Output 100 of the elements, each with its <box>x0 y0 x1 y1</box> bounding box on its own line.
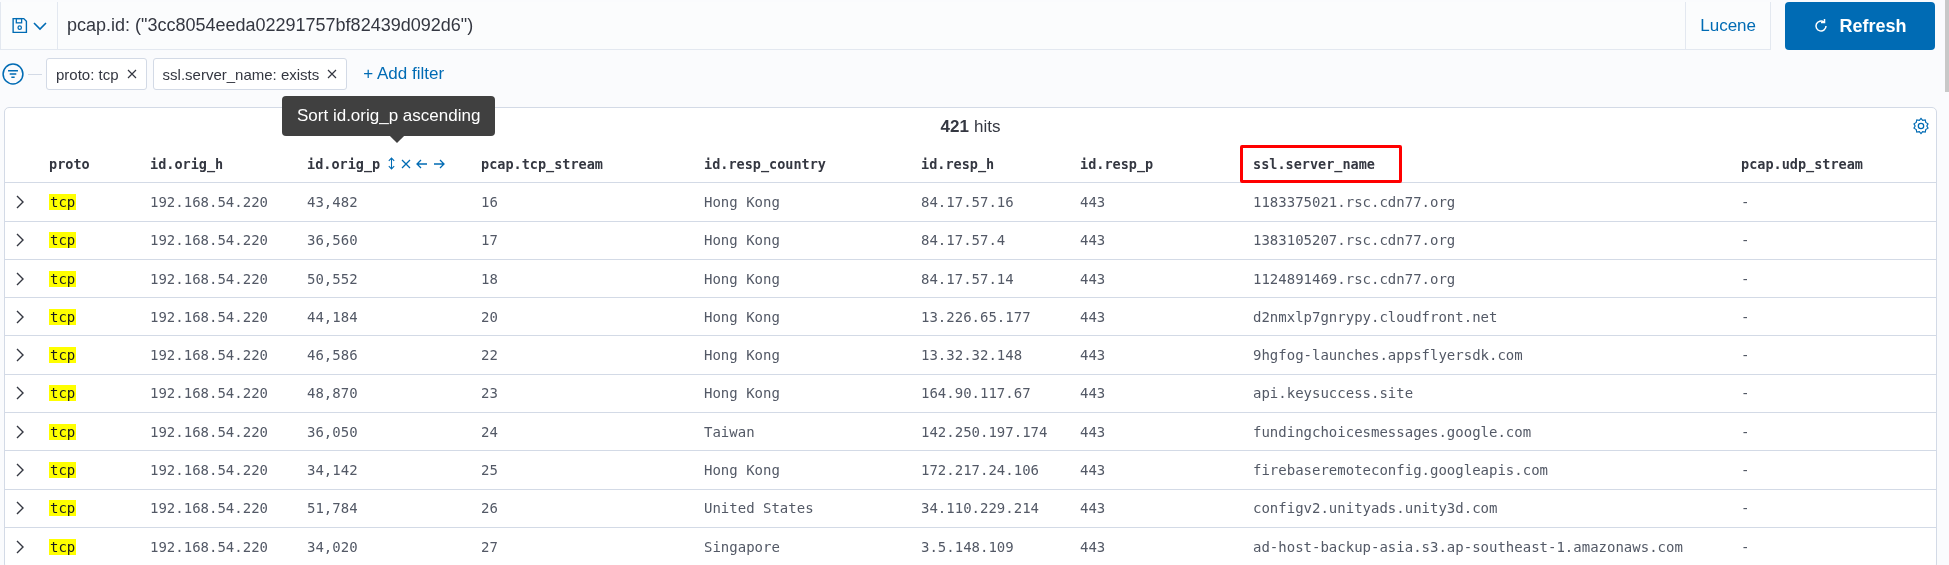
table-cell: tcp <box>49 385 77 402</box>
column-header[interactable]: id.resp_country <box>704 155 826 172</box>
table-cell: 23 <box>481 385 498 402</box>
column-header[interactable]: id.resp_p <box>1080 155 1154 172</box>
language-button[interactable]: Lucene <box>1685 2 1771 50</box>
table-cell: 46,586 <box>307 347 358 364</box>
table-cell: 443 <box>1080 193 1106 210</box>
arrow-right-icon[interactable] <box>433 158 446 169</box>
table-cell: - <box>1741 308 1750 325</box>
table-cell: fundingchoicesmessages.google.com <box>1253 423 1532 440</box>
column-header[interactable]: ssl.server_name <box>1240 144 1402 183</box>
table-cell: tcp <box>49 232 77 249</box>
column-header[interactable]: proto <box>49 155 90 172</box>
table-cell: 192.168.54.220 <box>150 538 268 555</box>
table-cell: 443 <box>1080 462 1106 478</box>
table-cell: ad-host-backup-asia.s3.ap-southeast-1.amazonaws.com <box>1253 538 1683 555</box>
table-cell: 43,482 <box>307 193 358 210</box>
table-cell: 13.226.65.177 <box>921 308 1031 325</box>
table-cell: 443 <box>1080 270 1106 287</box>
column-header[interactable]: id.orig_p <box>307 155 381 172</box>
table-cell: d2nmxlp7gnrypy.cloudfront.net <box>1253 308 1498 325</box>
table-cell: 48,870 <box>307 385 358 402</box>
table-cell: tcp <box>49 538 77 555</box>
table-cell: 192.168.54.220 <box>150 423 268 440</box>
table-cell: api.keysuccess.site <box>1253 385 1414 402</box>
table-cell: 164.90.117.67 <box>921 385 1031 402</box>
table-cell: 22 <box>481 347 498 364</box>
table-cell: configv2.unityads.unity3d.com <box>1253 500 1498 517</box>
column-header[interactable]: pcap.udp_stream <box>1741 155 1863 172</box>
table-cell: Hong Kong <box>704 232 780 249</box>
table-cell: 17 <box>481 232 498 249</box>
table-cell: 18 <box>481 270 498 287</box>
table-cell: 443 <box>1080 308 1106 325</box>
table-cell: tcp <box>49 462 77 478</box>
add-filter-link[interactable]: + Add filter <box>363 64 445 84</box>
table-cell: 9hgfog-launches.appsflyersdk.com <box>1253 347 1523 364</box>
chevron-right-icon <box>15 271 25 286</box>
filter-icon[interactable] <box>2 63 24 85</box>
table-cell: United States <box>704 500 814 517</box>
table-cell: 443 <box>1080 232 1106 249</box>
chevron-right-icon <box>15 501 25 516</box>
save-icon <box>10 17 28 34</box>
column-header[interactable]: id.orig_h <box>150 155 224 172</box>
chevron-right-icon <box>15 309 25 324</box>
table-cell: 27 <box>481 538 498 555</box>
table-cell: 44,184 <box>307 308 358 325</box>
settings-icon[interactable] <box>1912 117 1930 135</box>
table-cell: 34,020 <box>307 538 358 555</box>
saved-query-menu[interactable] <box>0 2 58 50</box>
table-cell: 192.168.54.220 <box>150 347 268 364</box>
table-cell: 26 <box>481 500 498 517</box>
table-cell: 443 <box>1080 500 1106 517</box>
close-icon[interactable] <box>401 158 412 169</box>
hits-count: 421 hits <box>940 116 1001 137</box>
chevron-right-icon <box>15 424 25 439</box>
table-cell: - <box>1741 462 1750 478</box>
filter-pill[interactable]: ssl.server_name: exists <box>152 58 348 90</box>
table-cell: 142.250.197.174 <box>921 423 1048 440</box>
table-cell: 51,784 <box>307 500 358 517</box>
chevron-right-icon <box>15 348 25 363</box>
refresh-button[interactable]: Refresh <box>1785 2 1935 50</box>
table-cell: tcp <box>49 270 77 287</box>
table-cell: 3.5.148.109 <box>921 538 1014 555</box>
table-cell: 192.168.54.220 <box>150 385 268 402</box>
table-cell: tcp <box>49 423 77 440</box>
table-cell: 1183375021.rsc.cdn77.org <box>1253 193 1456 210</box>
chevron-right-icon <box>15 233 25 248</box>
close-icon <box>126 69 137 79</box>
chevron-right-icon <box>15 539 25 554</box>
table-cell: Hong Kong <box>704 193 780 210</box>
table-cell: 192.168.54.220 <box>150 270 268 287</box>
column-header[interactable]: id.resp_h <box>921 155 995 172</box>
filter-pill[interactable]: proto: tcp <box>46 58 147 90</box>
table-cell: Hong Kong <box>704 308 780 325</box>
table-cell: 34.110.229.214 <box>921 500 1039 517</box>
refresh-icon <box>1813 18 1830 34</box>
chevron-right-icon <box>15 386 25 401</box>
remove-filter-button[interactable] <box>126 69 137 79</box>
close-icon <box>327 69 338 79</box>
arrow-left-icon[interactable] <box>416 158 429 169</box>
remove-filter-button[interactable] <box>327 69 338 79</box>
table-cell: 20 <box>481 308 498 325</box>
table-cell: 24 <box>481 423 498 440</box>
column-header[interactable]: pcap.tcp_stream <box>481 155 603 172</box>
filter-label: proto: tcp <box>56 65 119 83</box>
table-cell: 192.168.54.220 <box>150 308 268 325</box>
table-cell: 443 <box>1080 538 1106 555</box>
table-cell: - <box>1741 538 1750 555</box>
chevron-right-icon <box>15 463 25 477</box>
table-cell: 443 <box>1080 385 1106 402</box>
table-cell: Hong Kong <box>704 347 780 364</box>
table-cell: Singapore <box>704 538 780 555</box>
table-cell: Hong Kong <box>704 385 780 402</box>
scrollbar[interactable] <box>1945 0 1949 92</box>
table-cell: 443 <box>1080 423 1106 440</box>
table-cell: 16 <box>481 193 498 210</box>
table-cell: 13.32.32.148 <box>921 347 1023 364</box>
sort-icon[interactable] <box>387 157 397 171</box>
table-cell: 34,142 <box>307 462 358 478</box>
chevron-right-icon <box>15 194 25 209</box>
